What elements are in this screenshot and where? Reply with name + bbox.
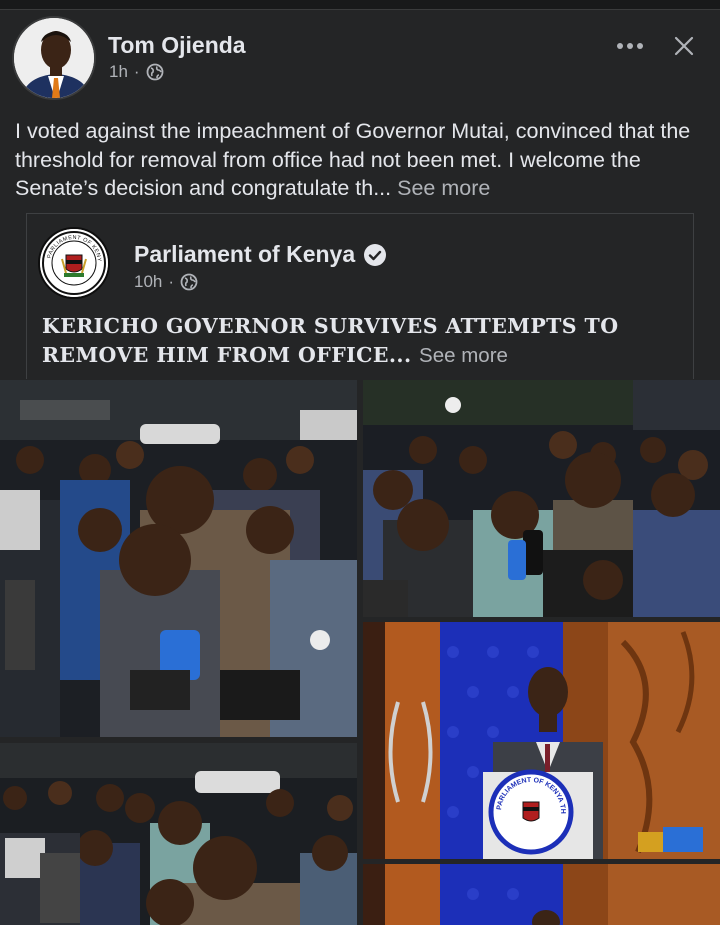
globe-icon[interactable] [146, 63, 164, 81]
parliament-logo[interactable]: PARLIAMENT OF KENYA [38, 227, 110, 299]
post-meta: 1h · [109, 62, 164, 82]
top-divider [0, 0, 720, 10]
shared-body: KERICHO GOVERNOR SURVIVES ATTEMPTS TO RE… [42, 314, 619, 367]
shared-time[interactable]: 10h [134, 272, 162, 292]
more-options-icon[interactable] [612, 32, 648, 60]
globe-icon[interactable] [180, 273, 198, 291]
shared-meta: 10h · [134, 272, 198, 292]
shared-see-more-link[interactable]: See more [419, 344, 508, 367]
photo-crowd-embrace[interactable] [0, 380, 357, 737]
post-time[interactable]: 1h [109, 62, 128, 82]
shared-meta-separator: · [168, 272, 175, 291]
photo-press-interview[interactable] [363, 380, 720, 617]
page-name[interactable]: Parliament of Kenya [134, 241, 355, 268]
photo-crowd-celebration[interactable] [0, 743, 357, 925]
shared-headline: KERICHO GOVERNOR SURVIVES ATTEMPTS TO RE… [42, 312, 682, 370]
post-header: Tom Ojienda 1h · [12, 16, 708, 106]
post-text: I voted against the impeachment of Gover… [15, 117, 705, 203]
post-body: I voted against the impeachment of Gover… [15, 119, 691, 200]
shared-post[interactable]: PARLIAMENT OF KENYA Parliament of Kenya … [26, 213, 694, 379]
author-avatar[interactable] [12, 16, 96, 100]
meta-separator: · [133, 62, 140, 81]
close-icon[interactable] [668, 30, 700, 62]
author-name[interactable]: Tom Ojienda [108, 32, 246, 59]
photo-senate-podium[interactable]: PARLIAMENT OF KENYA THE SENATE [363, 622, 720, 859]
photo-senate-partial[interactable] [363, 864, 720, 925]
shared-page-name: Parliament of Kenya [134, 241, 387, 268]
verified-badge-icon [363, 243, 387, 267]
see-more-link[interactable]: See more [397, 176, 490, 200]
